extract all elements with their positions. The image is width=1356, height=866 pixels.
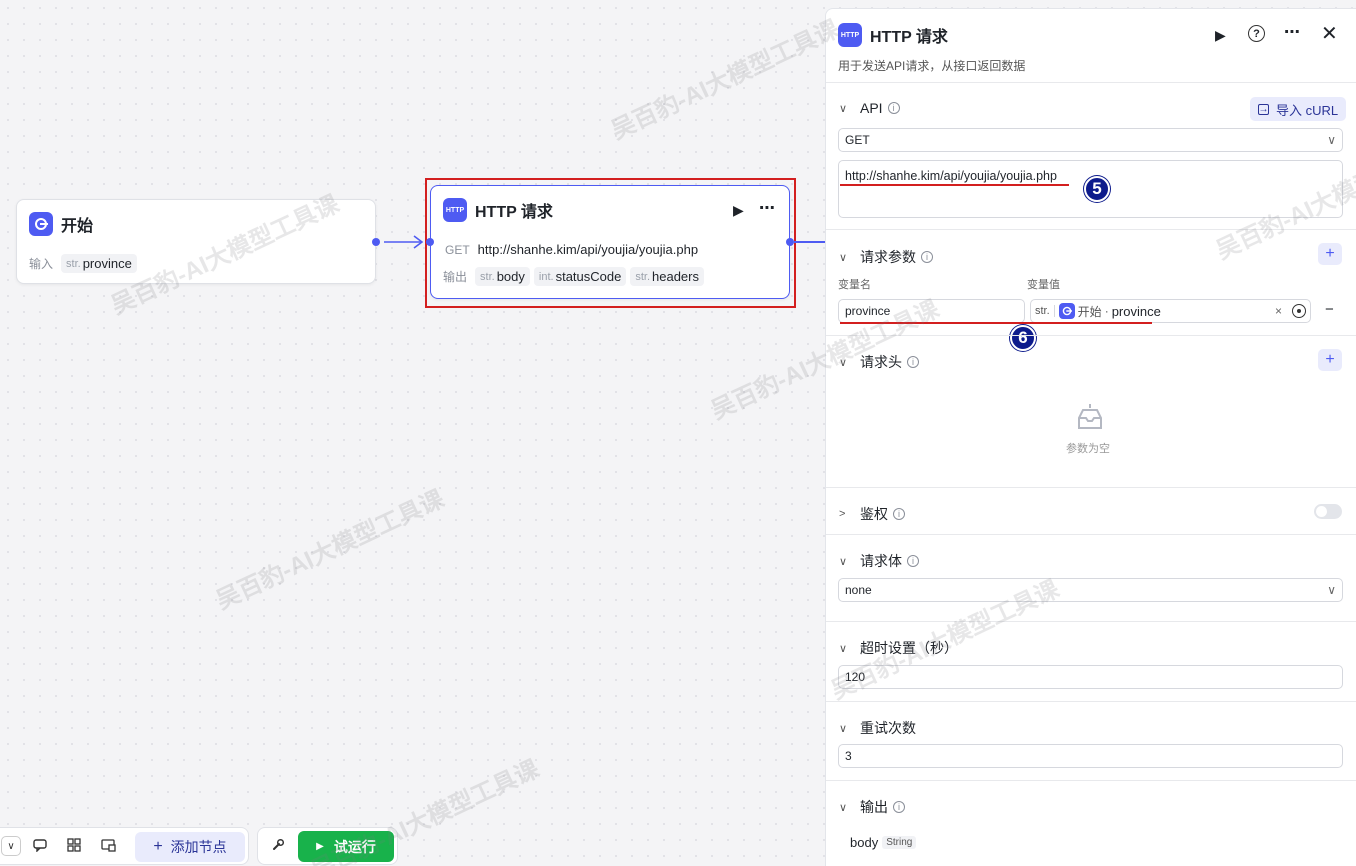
auth-toggle[interactable] — [1314, 504, 1342, 519]
info-icon[interactable]: i — [887, 102, 900, 114]
chevron-down-icon[interactable]: ∨ — [1, 836, 21, 856]
http-method: GET — [445, 242, 470, 257]
request-params-section: ∨ 请求参数 i + 变量名 变量值 province str. 开始 · pr… — [826, 229, 1356, 351]
run-toolbar: ▶ 试运行 — [257, 827, 398, 865]
output-var-type: String — [882, 836, 917, 849]
watermark: 吴百豹-AI大模型工具课 — [607, 15, 844, 145]
import-icon: → — [1258, 103, 1269, 115]
plus-icon: + — [153, 838, 163, 855]
http-url: http://shanhe.kim/api/youjia/youjia.php — [477, 242, 699, 257]
chevron-down-icon[interactable]: ∨ — [839, 801, 851, 814]
retry-section: ∨ 重试次数 3 — [826, 701, 1356, 780]
output-tag-headers: str. headers — [630, 267, 704, 286]
empty-inbox-icon — [1078, 404, 1102, 429]
remove-param-button[interactable]: − — [1325, 301, 1334, 318]
help-icon[interactable]: ? — [1248, 25, 1265, 42]
body-label: 请求体 — [860, 553, 902, 569]
chevron-down-icon[interactable]: ∨ — [839, 642, 851, 655]
output-tag-statuscode: int. statusCode — [533, 267, 627, 286]
input-tag: str. province — [61, 254, 137, 273]
panel-more-icon[interactable]: ⋯ — [1284, 22, 1300, 42]
headers-label: 请求头 — [860, 354, 902, 370]
test-run-button[interactable]: ▶ 试运行 — [298, 831, 394, 862]
start-node-output-port[interactable] — [372, 238, 380, 246]
panel-http-icon: HTTP — [838, 23, 862, 47]
add-node-button[interactable]: + 添加节点 — [135, 832, 245, 862]
col-value-header: 变量值 — [1027, 279, 1060, 291]
edge-connector — [384, 235, 424, 249]
api-label: API — [860, 100, 883, 116]
param-underline — [840, 322, 1152, 324]
add-header-button[interactable]: + — [1318, 349, 1342, 371]
http-node-input-port[interactable] — [426, 238, 434, 246]
more-icon[interactable]: ⋯ — [759, 198, 775, 218]
http-node[interactable]: HTTP HTTP 请求 ▶ ⋯ GET http://shanhe.kim/a… — [430, 185, 790, 299]
chevron-down-icon: ∨ — [1327, 583, 1336, 597]
edge-out — [794, 241, 825, 243]
http-node-title: HTTP 请求 — [475, 204, 553, 221]
chevron-right-icon[interactable]: > — [839, 508, 851, 520]
start-icon — [29, 212, 53, 236]
output-section: ∨ 输出 i body String — [826, 780, 1356, 866]
auth-section: > 鉴权 i — [826, 487, 1356, 534]
comment-icon[interactable] — [33, 838, 47, 855]
col-name-header: 变量名 — [838, 279, 871, 291]
request-headers-section: ∨ 请求头 i + 参数为空 — [826, 335, 1356, 487]
info-icon[interactable]: i — [907, 555, 919, 567]
output-section-label: 输出 — [860, 799, 888, 815]
run-node-icon[interactable]: ▶ — [733, 202, 744, 219]
node-config-panel: HTTP HTTP 请求 ▶ ? ⋯ ✕ 用于发送API请求，从接口返回数据 ∨… — [825, 8, 1356, 866]
info-icon[interactable]: i — [907, 356, 919, 368]
annotation-badge-5: 5 — [1084, 176, 1110, 202]
close-icon[interactable]: ✕ — [1321, 21, 1338, 46]
input-label: 输入 — [29, 257, 54, 271]
output-label: 输出 — [443, 270, 468, 284]
param-value-ref[interactable]: str. 开始 · province × — [1030, 299, 1311, 323]
timeout-label: 超时设置（秒） — [860, 640, 958, 656]
clear-icon[interactable]: × — [1275, 304, 1282, 318]
info-icon[interactable]: i — [921, 251, 933, 263]
param-name-input[interactable]: province — [838, 299, 1025, 323]
play-icon: ▶ — [316, 841, 324, 852]
start-ref-icon — [1058, 303, 1075, 319]
chevron-down-icon: ∨ — [1327, 133, 1336, 147]
panel-run-icon[interactable]: ▶ — [1215, 27, 1226, 44]
params-label: 请求参数 — [860, 249, 916, 265]
grid-icon[interactable] — [67, 838, 81, 855]
wrench-icon[interactable] — [271, 838, 285, 855]
info-icon[interactable]: i — [893, 801, 905, 813]
panel-description: 用于发送API请求，从接口返回数据 — [838, 59, 1026, 73]
variable-picker-icon[interactable] — [1292, 304, 1306, 318]
output-var-name: body — [850, 835, 879, 850]
timeout-section: ∨ 超时设置（秒） 120 — [826, 621, 1356, 701]
timeout-input[interactable]: 120 — [838, 665, 1343, 689]
info-icon[interactable]: i — [893, 508, 905, 520]
api-section: ∨ API i → 导入 cURL GET ∨ http://shanhe.ki… — [826, 82, 1356, 229]
retry-label: 重试次数 — [860, 720, 916, 736]
chevron-down-icon[interactable]: ∨ — [839, 251, 851, 264]
start-node-title: 开始 — [61, 218, 94, 235]
import-curl-button[interactable]: → 导入 cURL — [1250, 97, 1347, 121]
http-icon: HTTP — [443, 198, 467, 222]
watermark: 吴百豹-AI大模型工具课 — [212, 485, 449, 615]
chevron-down-icon[interactable]: ∨ — [839, 722, 851, 735]
retry-input[interactable]: 3 — [838, 744, 1343, 768]
url-underline — [840, 184, 1069, 186]
chevron-down-icon[interactable]: ∨ — [839, 356, 851, 369]
canvas-toolbar: ∨ + 添加节点 — [0, 827, 249, 865]
output-tag-body: str. body — [475, 267, 530, 286]
method-select[interactable]: GET ∨ — [838, 128, 1343, 152]
http-node-output-port[interactable] — [786, 238, 794, 246]
auth-label: 鉴权 — [860, 506, 888, 522]
start-node[interactable]: 开始 输入 str. province — [16, 199, 376, 284]
add-param-button[interactable]: + — [1318, 243, 1342, 265]
minimap-icon[interactable] — [101, 838, 116, 855]
empty-params-text: 参数为空 — [1066, 443, 1110, 455]
chevron-down-icon[interactable]: ∨ — [839, 102, 851, 115]
chevron-down-icon[interactable]: ∨ — [839, 555, 851, 568]
panel-title: HTTP 请求 — [870, 29, 948, 46]
request-body-section: ∨ 请求体 i none ∨ — [826, 534, 1356, 621]
body-type-select[interactable]: none ∨ — [838, 578, 1343, 602]
